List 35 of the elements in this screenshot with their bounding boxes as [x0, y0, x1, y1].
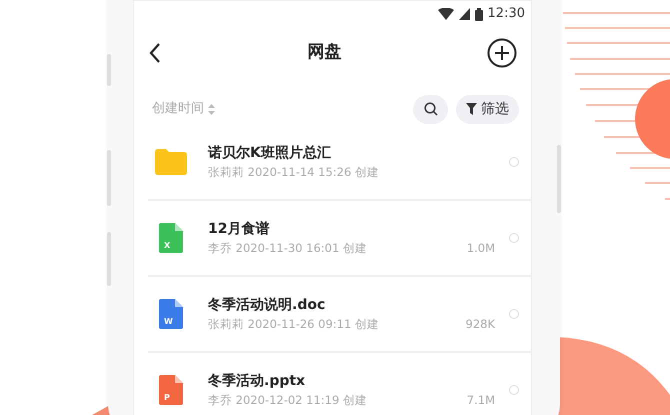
file-meta: 张莉莉 2020-11-14 15:26 创建: [208, 164, 379, 181]
select-radio[interactable]: [509, 233, 519, 243]
filter-icon: [466, 103, 477, 115]
file-name: 12月食谱: [208, 220, 270, 239]
signal-icon: [458, 8, 470, 20]
search-icon: [424, 102, 438, 116]
file-row[interactable]: X 12月食谱 李乔 2020-11-30 16:01 创建 1.0M: [148, 201, 531, 277]
battery-icon: [474, 8, 483, 20]
add-icon[interactable]: [487, 38, 517, 68]
file-size: 928K: [466, 316, 495, 334]
file-row[interactable]: P 冬季活动.pptx 李乔 2020-12-02 11:19 创建 7.1M: [148, 353, 531, 415]
search-button[interactable]: [413, 94, 448, 124]
file-name: 冬季活动说明.doc: [208, 296, 326, 315]
file-name: 诺贝尔K班照片总汇: [208, 144, 332, 163]
presentation-file-icon: P: [159, 375, 183, 405]
wifi-icon: [438, 8, 454, 20]
file-meta: 张莉莉 2020-11-26 09:11 创建: [208, 316, 379, 333]
file-name: 冬季活动.pptx: [208, 372, 306, 391]
file-size: 7.1M: [466, 392, 495, 410]
folder-icon: [155, 149, 187, 175]
file-row[interactable]: 诺贝尔K班照片总汇 张莉莉 2020-11-14 15:26 创建: [148, 125, 531, 201]
select-radio[interactable]: [509, 309, 519, 319]
page-title: 网盘: [308, 41, 342, 64]
file-row[interactable]: W 冬季活动说明.doc 张莉莉 2020-11-26 09:11 创建 928K: [148, 277, 531, 353]
file-size: 1.0M: [466, 240, 495, 258]
select-radio[interactable]: [509, 385, 519, 395]
select-radio[interactable]: [509, 157, 519, 167]
spreadsheet-file-icon: X: [159, 223, 183, 253]
file-meta: 李乔 2020-12-02 11:19 创建: [208, 392, 367, 409]
sort-icon[interactable]: [208, 104, 215, 114]
status-time: 12:30: [488, 5, 525, 24]
filter-button[interactable]: 筛选: [456, 94, 519, 124]
file-meta: 李乔 2020-11-30 16:01 创建: [208, 240, 367, 257]
back-icon[interactable]: [148, 42, 162, 64]
document-file-icon: W: [159, 299, 183, 329]
